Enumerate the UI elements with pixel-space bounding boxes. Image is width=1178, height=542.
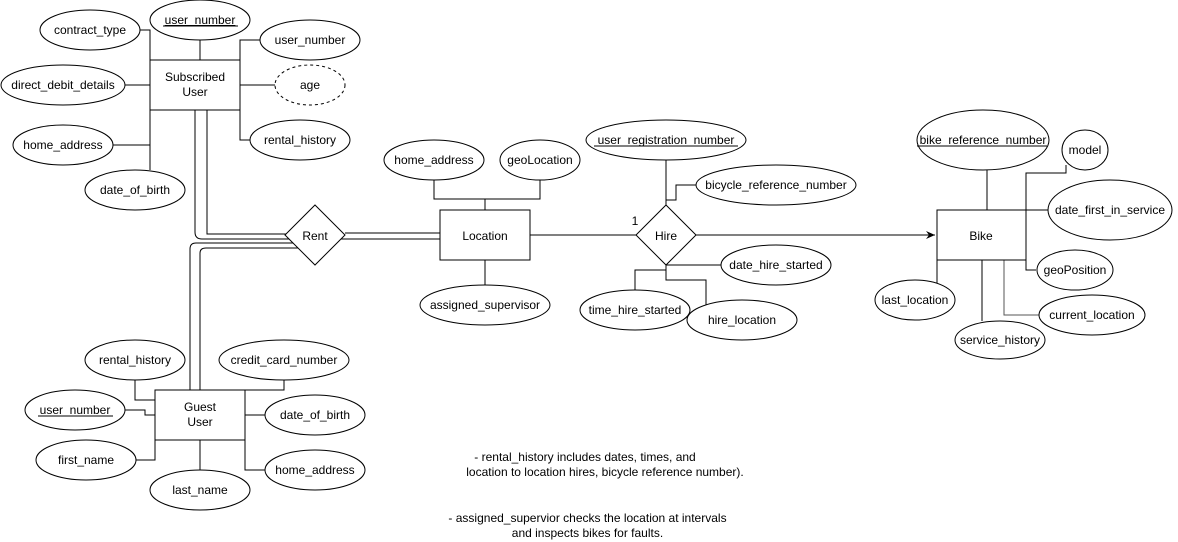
- attr-hire-bicycle-reference-number[interactable]: bicycle_reference_number: [695, 164, 857, 206]
- attr-hire-hire-location[interactable]: hire_location: [686, 299, 798, 341]
- cardinality-label: 1: [632, 214, 639, 228]
- entity-label: Location: [462, 229, 507, 243]
- relationship-hire[interactable]: Hire: [635, 204, 697, 266]
- entity-label: User: [187, 415, 212, 429]
- attr-gu-home-address[interactable]: home_address: [264, 449, 366, 491]
- svg-text:age: age: [300, 78, 320, 92]
- svg-text:last_location: last_location: [882, 293, 949, 307]
- attr-bike-geoposition[interactable]: geoPosition: [1036, 249, 1114, 291]
- svg-text:last_name: last_name: [172, 483, 228, 497]
- entity-label: Bike: [969, 229, 993, 243]
- attr-hire-date-hire-started[interactable]: date_hire_started: [720, 244, 832, 286]
- svg-text:date_of_birth: date_of_birth: [280, 408, 350, 422]
- svg-text:geoLocation: geoLocation: [507, 153, 572, 167]
- svg-text:bicycle_reference_number: bicycle_reference_number: [705, 178, 846, 192]
- attr-bike-last-location[interactable]: last_location: [874, 279, 956, 321]
- entity-subscribed-user[interactable]: Subscribed User: [149, 59, 241, 111]
- attr-su-date-of-birth[interactable]: date_of_birth: [84, 169, 186, 211]
- svg-text:home_address: home_address: [275, 463, 354, 477]
- svg-text:rental_history: rental_history: [99, 353, 171, 367]
- svg-text:first_name: first_name: [58, 453, 114, 467]
- svg-text:home_address: home_address: [23, 138, 102, 152]
- svg-text:contract_type: contract_type: [54, 23, 126, 37]
- connector-su-contract-type: [140, 29, 151, 60]
- svg-text:home_address: home_address: [394, 153, 473, 167]
- attr-bike-service-history[interactable]: service_history: [954, 320, 1046, 360]
- attr-su-rental-history[interactable]: rental_history: [249, 119, 351, 161]
- note-line: - rental_history includes dates, times, …: [474, 450, 696, 464]
- attr-gu-first-name[interactable]: first_name: [35, 439, 137, 481]
- attr-su-age-derived[interactable]: age: [274, 64, 346, 106]
- connector-gu-first-name: [136, 440, 156, 461]
- entity-guest-user[interactable]: Guest User: [154, 389, 246, 441]
- relationship-label: Hire: [655, 229, 677, 243]
- attr-gu-last-name[interactable]: last_name: [149, 469, 251, 511]
- svg-text:service_history: service_history: [960, 333, 1040, 347]
- attr-gu-rental-history[interactable]: rental_history: [84, 339, 186, 381]
- attr-bike-reference-number[interactable]: bike_reference_number: [916, 109, 1050, 171]
- connector-bike-geoposition: [1025, 260, 1036, 271]
- attr-gu-credit-card-number[interactable]: credit_card_number: [218, 339, 350, 381]
- entity-label: User: [182, 85, 207, 99]
- entity-label: Guest: [184, 400, 217, 414]
- connector-loc-home-address: [433, 180, 541, 200]
- note-line: location to location hires, bicycle refe…: [466, 465, 744, 479]
- svg-text:user_number: user_number: [165, 13, 236, 27]
- svg-text:current_location: current_location: [1049, 308, 1134, 322]
- attr-su-direct-debit-details[interactable]: direct_debit_details: [0, 64, 126, 106]
- connector-bike-current-location: [1003, 260, 1040, 316]
- attr-su-user-number[interactable]: user_number: [259, 19, 361, 61]
- entity-label: Subscribed: [165, 70, 225, 84]
- svg-text:geoPosition: geoPosition: [1044, 263, 1107, 277]
- svg-text:date_hire_started: date_hire_started: [729, 258, 822, 272]
- note-assigned-supervisor: - assigned_supervior checks the location…: [425, 511, 750, 541]
- attr-bike-current-location[interactable]: current_location: [1038, 294, 1146, 336]
- relationship-rent[interactable]: Rent: [284, 204, 346, 266]
- connector-su-user-number: [239, 39, 260, 60]
- svg-text:assigned_supervisor: assigned_supervisor: [430, 298, 540, 312]
- attr-bike-model[interactable]: model: [1061, 129, 1109, 171]
- connectors: [113, 29, 1067, 471]
- attr-su-user-number-key[interactable]: user_number: [149, 0, 251, 41]
- svg-text:model: model: [1069, 143, 1102, 157]
- svg-text:hire_location: hire_location: [708, 313, 776, 327]
- attr-bike-date-first-in-service[interactable]: date_first_in_service: [1047, 179, 1173, 241]
- svg-text:direct_debit_details: direct_debit_details: [11, 78, 114, 92]
- svg-text:user_number: user_number: [40, 403, 111, 417]
- connector-gu-home-address: [244, 440, 265, 471]
- svg-text:rental_history: rental_history: [264, 133, 336, 147]
- entity-location[interactable]: Location: [439, 209, 531, 261]
- connector-gu-user-number: [125, 409, 155, 416]
- attr-gu-user-number-key[interactable]: user_number: [24, 389, 126, 431]
- attr-loc-geolocation[interactable]: geoLocation: [499, 139, 581, 181]
- connector-su-rental-history: [239, 110, 250, 141]
- attr-hire-user-registration-number[interactable]: user_registration_number: [585, 119, 747, 161]
- attr-loc-assigned-supervisor[interactable]: assigned_supervisor: [419, 284, 551, 326]
- connector-su-home-address: [113, 110, 151, 146]
- attr-hire-time-hire-started[interactable]: time_hire_started: [579, 289, 691, 331]
- attr-gu-date-of-birth[interactable]: date_of_birth: [264, 394, 366, 436]
- svg-text:time_hire_started: time_hire_started: [589, 303, 682, 317]
- attr-su-home-address[interactable]: home_address: [12, 124, 114, 166]
- connector-gu-rental-history: [134, 380, 155, 401]
- svg-text:date_of_birth: date_of_birth: [100, 183, 170, 197]
- connector-hire-bicycle-ref: [666, 184, 697, 201]
- svg-text:user_number: user_number: [275, 33, 346, 47]
- svg-text:bike_reference_number: bike_reference_number: [920, 133, 1047, 147]
- svg-text:user_registration_number: user_registration_number: [598, 133, 735, 147]
- note-line: and inspects bikes for faults.: [511, 526, 664, 540]
- attr-loc-home-address[interactable]: home_address: [383, 139, 485, 181]
- note-rental-history: - rental_history includes dates, times, …: [440, 450, 770, 480]
- svg-text:credit_card_number: credit_card_number: [231, 353, 338, 367]
- entity-bike[interactable]: Bike: [936, 209, 1027, 261]
- note-line: - assigned_supervior checks the location…: [448, 511, 727, 525]
- connector-hire-time-started: [634, 269, 666, 290]
- attr-su-contract-type[interactable]: contract_type: [39, 9, 141, 51]
- svg-text:date_first_in_service: date_first_in_service: [1055, 203, 1165, 217]
- relationship-label: Rent: [302, 229, 328, 243]
- connector-gu-credit-card: [245, 380, 285, 391]
